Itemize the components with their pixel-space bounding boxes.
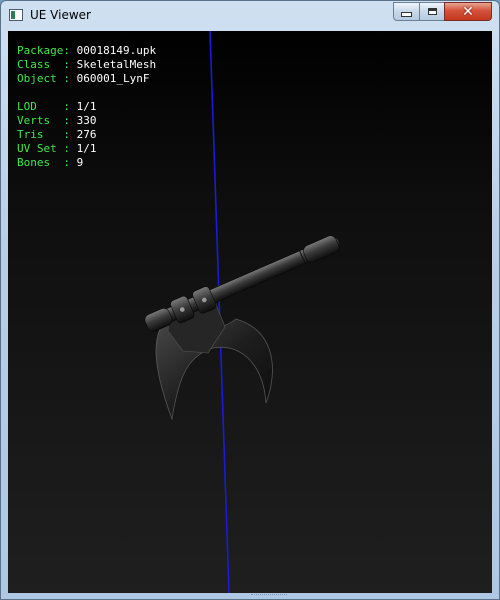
window-title: UE Viewer (30, 8, 91, 22)
maximize-icon (427, 8, 437, 15)
maximize-button[interactable] (419, 2, 445, 21)
mesh-info-overlay: Package: 00018149.upk Class : SkeletalMe… (17, 44, 156, 170)
package-row: Package: 00018149.upk (17, 44, 156, 58)
close-icon: ✕ (462, 3, 474, 20)
tris-row: Tris : 276 (17, 128, 156, 142)
bones-label: Bones : (17, 156, 70, 169)
class-row: Class : SkeletalMesh (17, 58, 156, 72)
minimize-button[interactable] (393, 2, 420, 21)
app-window-icon[interactable] (9, 9, 23, 21)
uvset-label: UV Set : (17, 142, 70, 155)
object-label: Object : (17, 72, 70, 85)
verts-label: Verts : (17, 114, 70, 127)
app-window: UE Viewer ✕ Package: 00018149.upk Class … (0, 0, 500, 600)
title-bar[interactable]: UE Viewer ✕ (1, 1, 499, 31)
minimize-icon (401, 12, 412, 17)
lod-row: LOD : 1/1 (17, 100, 156, 114)
uvset-value: 1/1 (76, 142, 97, 155)
tris-value: 276 (76, 128, 97, 141)
lod-label: LOD : (17, 100, 70, 113)
class-value: SkeletalMesh (76, 58, 157, 71)
object-value: 060001_LynF (76, 72, 150, 85)
bones-value: 9 (76, 156, 84, 169)
bones-row: Bones : 9 (17, 156, 156, 170)
verts-row: Verts : 330 (17, 114, 156, 128)
class-label: Class : (17, 58, 70, 71)
package-value: 00018149.upk (76, 44, 157, 57)
3d-viewport[interactable]: Package: 00018149.upk Class : SkeletalMe… (8, 31, 492, 593)
verts-value: 330 (76, 114, 97, 127)
uvset-row: UV Set : 1/1 (17, 142, 156, 156)
package-label: Package: (17, 44, 70, 57)
object-row: Object : 060001_LynF (17, 72, 156, 86)
resize-grip[interactable] (251, 594, 287, 598)
lod-value: 1/1 (76, 100, 97, 113)
close-button[interactable]: ✕ (444, 2, 492, 21)
tris-label: Tris : (17, 128, 70, 141)
